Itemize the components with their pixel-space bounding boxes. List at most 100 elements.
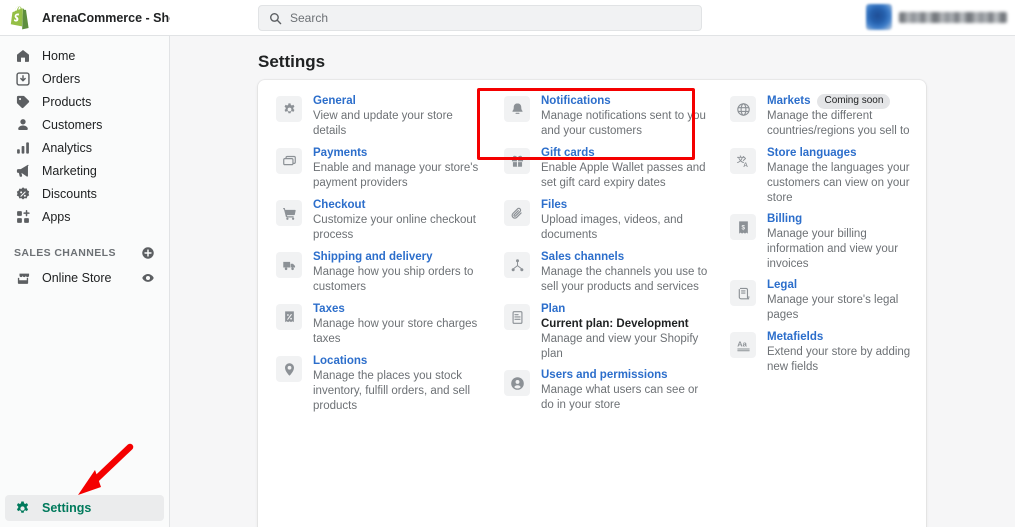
setting-description: Customize your online checkout process <box>313 214 476 241</box>
setting-description: View and update your store details <box>313 110 453 137</box>
setting-title[interactable]: Billing <box>767 212 802 227</box>
sidebar-item-label: Products <box>42 94 92 109</box>
sidebar-item-label: Marketing <box>42 163 97 178</box>
setting-title[interactable]: Shipping and delivery <box>313 250 433 265</box>
setting-title[interactable]: General <box>313 94 356 109</box>
setting-title[interactable]: Users and permissions <box>541 368 668 383</box>
sidebar-item-settings[interactable]: Settings <box>5 495 164 521</box>
setting-item-store-languages[interactable]: 文A Store languages Manage the languages … <box>730 146 922 206</box>
setting-item-checkout[interactable]: Checkout Customize your online checkout … <box>276 198 482 244</box>
setting-title[interactable]: Notifications <box>541 94 611 109</box>
setting-title[interactable]: Checkout <box>313 198 365 213</box>
sidebar-item-label: Customers <box>42 117 103 132</box>
setting-item-general[interactable]: General View and update your store detai… <box>276 94 482 140</box>
setting-description: Manage how your store charges taxes <box>313 318 478 345</box>
setting-description: Extend your store by adding new fields <box>767 346 911 373</box>
search-input[interactable]: Search <box>290 11 328 25</box>
scroll-document-icon <box>730 280 756 306</box>
globe-icon <box>730 96 756 122</box>
setting-item-gift-cards[interactable]: Gift cards Enable Apple Wallet passes an… <box>504 146 708 192</box>
setting-description: Enable and manage your store's payment p… <box>313 162 479 189</box>
setting-item-files[interactable]: Files Upload images, videos, and documen… <box>504 198 708 244</box>
setting-title[interactable]: Markets <box>767 94 810 109</box>
setting-item-plan[interactable]: Plan Current plan: Development Manage an… <box>504 302 708 362</box>
setting-description: Manage the different countries/regions y… <box>767 110 910 137</box>
paperclip-icon <box>504 200 530 226</box>
setting-item-notifications[interactable]: Notifications Manage notifications sent … <box>504 94 708 140</box>
setting-description: Manage how you ship orders to customers <box>313 266 474 293</box>
setting-subtitle: Current plan: Development <box>541 318 689 330</box>
setting-title[interactable]: Metafields <box>767 330 823 345</box>
sidebar: Home Orders Products Customers Analytics… <box>0 36 170 527</box>
search-bar[interactable]: Search <box>258 5 702 31</box>
setting-description: Manage and view your Shopify plan <box>541 333 699 360</box>
shopify-logo <box>10 5 29 29</box>
gear-icon <box>14 500 31 517</box>
setting-title[interactable]: Files <box>541 198 567 213</box>
svg-text:$: $ <box>741 224 745 231</box>
tag-icon <box>14 93 31 110</box>
setting-item-markets[interactable]: Markets Coming soon Manage the different… <box>730 94 922 140</box>
setting-item-taxes[interactable]: Taxes Manage how your store charges taxe… <box>276 302 482 348</box>
shopify-admin-settings-screen: ArenaCommerce - Sho... Search Home <box>0 0 1015 527</box>
sidebar-item-label: Home <box>42 48 76 63</box>
search-box[interactable]: Search <box>258 5 702 31</box>
sidebar-item-home[interactable]: Home <box>6 44 163 67</box>
orders-inbox-icon <box>14 70 31 87</box>
setting-title[interactable]: Store languages <box>767 146 856 161</box>
megaphone-icon <box>14 162 31 179</box>
plus-circle-icon[interactable] <box>141 246 155 260</box>
setting-title[interactable]: Plan <box>541 302 565 317</box>
main-content: Settings General View and update your st… <box>170 36 1015 527</box>
setting-title[interactable]: Legal <box>767 278 797 293</box>
location-pin-icon <box>276 356 302 382</box>
setting-title[interactable]: Gift cards <box>541 146 595 161</box>
setting-item-shipping-and-delivery[interactable]: Shipping and delivery Manage how you shi… <box>276 250 482 296</box>
sidebar-item-label: Orders <box>42 71 81 86</box>
sidebar-section-title: SALES CHANNELS <box>14 247 116 259</box>
sidebar-item-analytics[interactable]: Analytics <box>6 136 163 159</box>
status-badge: Coming soon <box>817 94 891 109</box>
account-name-redacted <box>899 11 1007 23</box>
sidebar-item-orders[interactable]: Orders <box>6 67 163 90</box>
setting-item-users-and-permissions[interactable]: Users and permissions Manage what users … <box>504 368 708 414</box>
bar-chart-icon <box>14 139 31 156</box>
sidebar-item-online-store[interactable]: Online Store <box>6 266 163 289</box>
sidebar-item-label: Settings <box>42 501 92 515</box>
svg-text:A: A <box>743 161 748 168</box>
sidebar-item-customers[interactable]: Customers <box>6 113 163 136</box>
sidebar-item-apps[interactable]: Apps <box>6 205 163 228</box>
setting-title[interactable]: Payments <box>313 146 367 161</box>
settings-columns: General View and update your store detai… <box>258 80 926 420</box>
setting-item-billing[interactable]: $ Billing Manage your billing informatio… <box>730 212 922 272</box>
sidebar-item-label: Analytics <box>42 140 93 155</box>
sidebar-item-products[interactable]: Products <box>6 90 163 113</box>
setting-item-metafields[interactable]: Aa Metafields Extend your store by addin… <box>730 330 922 376</box>
account-menu[interactable] <box>866 4 1007 30</box>
settings-card: General View and update your store detai… <box>258 80 926 527</box>
avatar[interactable] <box>866 4 892 30</box>
gift-icon <box>504 148 530 174</box>
setting-item-locations[interactable]: Locations Manage the places you stock in… <box>276 354 482 414</box>
sidebar-item-discounts[interactable]: Discounts <box>6 182 163 205</box>
sidebar-item-marketing[interactable]: Marketing <box>6 159 163 182</box>
apps-grid-plus-icon <box>14 208 31 225</box>
credit-card-icon <box>276 148 302 174</box>
setting-title[interactable]: Sales channels <box>541 250 624 265</box>
person-icon <box>14 116 31 133</box>
brand-area[interactable]: ArenaCommerce - Sho... <box>0 5 170 30</box>
setting-item-sales-channels[interactable]: Sales channels Manage the channels you u… <box>504 250 708 296</box>
storefront-icon <box>14 269 31 286</box>
setting-title[interactable]: Taxes <box>313 302 345 317</box>
truck-icon <box>276 252 302 278</box>
setting-item-legal[interactable]: Legal Manage your store's legal pages <box>730 278 922 324</box>
sidebar-nav: Home Orders Products Customers Analytics… <box>0 36 169 289</box>
setting-description: Manage your billing information and view… <box>767 228 899 270</box>
sidebar-section-sales-channels: SALES CHANNELS <box>6 244 163 262</box>
eye-icon[interactable] <box>141 271 155 285</box>
setting-description: Manage notifications sent to you and you… <box>541 110 706 137</box>
setting-item-payments[interactable]: Payments Enable and manage your store's … <box>276 146 482 192</box>
setting-title[interactable]: Locations <box>313 354 367 369</box>
gear-icon <box>276 96 302 122</box>
sidebar-item-label: Online Store <box>42 270 112 285</box>
